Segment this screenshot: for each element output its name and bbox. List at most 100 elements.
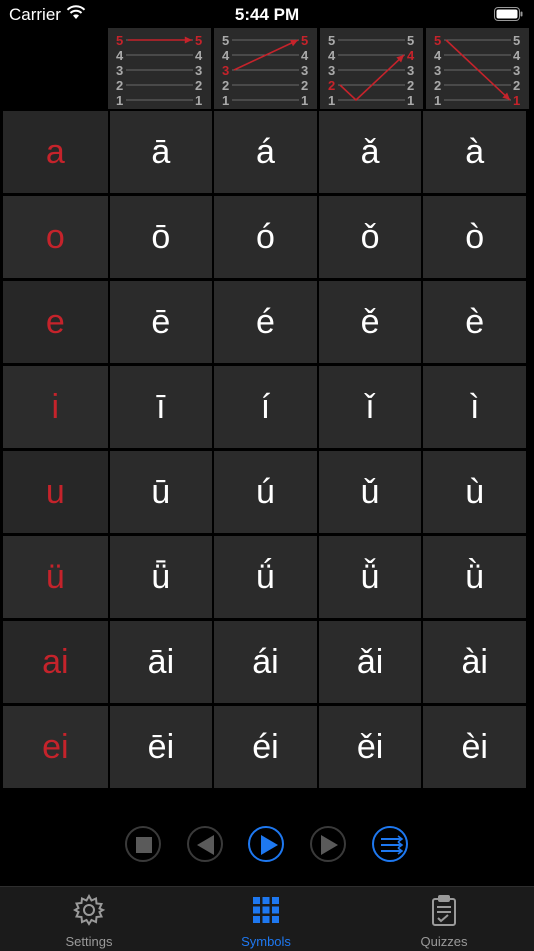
previous-button[interactable]: [187, 826, 223, 862]
tone-level-label: 2: [434, 78, 441, 93]
table-row: uūúǔù: [3, 451, 526, 533]
tab-quizzes-label: Quizzes: [420, 934, 468, 949]
table-row: iīíǐì: [3, 366, 526, 448]
gear-icon: [72, 893, 106, 926]
base-syllable-cell[interactable]: i: [3, 366, 108, 448]
triangle-right-icon: [321, 835, 338, 855]
tone-level-label: 1: [116, 93, 123, 108]
tone-level-label: 1: [301, 93, 308, 108]
base-syllable-cell[interactable]: u: [3, 451, 108, 533]
pinyin-grid: a ā á ǎ à o ō ó ǒ ò e ē é ě è i ī í ǐ ì u ū ú ǔ ù ü ǖ ǘ ǚ ǜ ai āi ái ǎi ài…: [3, 111, 526, 803]
tone-level-label: 2: [301, 78, 308, 93]
tone-syllable-cell[interactable]: ě: [318, 281, 422, 363]
base-syllable-cell[interactable]: ai: [3, 621, 108, 703]
stop-button[interactable]: [125, 826, 161, 862]
tone-syllable-cell[interactable]: ū: [109, 451, 213, 533]
tone-syllable-cell[interactable]: ē: [109, 281, 213, 363]
tone-syllable-cell[interactable]: ù: [423, 451, 526, 533]
tone-level-label: 3: [116, 63, 123, 78]
tone-diagram-fourth[interactable]: 5544332211: [426, 28, 529, 109]
tone-level-label: 3: [328, 63, 335, 78]
tone-syllable-cell[interactable]: ú: [214, 451, 317, 533]
tone-level-label: 4: [195, 48, 203, 63]
tone-syllable-cell[interactable]: ǎ: [318, 111, 422, 193]
tone-syllable-cell[interactable]: éi: [214, 706, 317, 788]
tone-syllable-cell[interactable]: à: [423, 111, 526, 193]
tone-level-label: 2: [513, 78, 520, 93]
tone-syllable-cell[interactable]: ǘ: [214, 536, 317, 618]
tone-level-label: 1: [434, 93, 441, 108]
tone-syllable-cell[interactable]: èi: [423, 706, 526, 788]
tone-syllable-cell[interactable]: í: [214, 366, 317, 448]
base-syllable-cell[interactable]: e: [3, 281, 108, 363]
tone-syllable-cell[interactable]: ěi: [318, 706, 422, 788]
table-row: oōóǒò: [3, 196, 526, 278]
tone-syllable-cell[interactable]: è: [423, 281, 526, 363]
tone-syllable-cell[interactable]: ēi: [109, 706, 213, 788]
tone-syllable-cell[interactable]: ā: [109, 111, 213, 193]
stop-icon: [136, 837, 152, 853]
sequence-button[interactable]: [372, 826, 408, 862]
table-row: aāáǎà: [3, 111, 526, 193]
tone-level-label: 5: [195, 33, 202, 48]
tone-diagram-first[interactable]: 5544332211: [108, 28, 211, 109]
tab-bar: Settings Symbols Quizzes: [0, 886, 534, 951]
tone-syllable-cell[interactable]: āi: [109, 621, 213, 703]
grid-icon: [253, 897, 279, 923]
battery-icon: [494, 7, 524, 26]
table-row: ai āi ái ǎi ài: [3, 621, 526, 703]
tone-level-label: 4: [513, 48, 521, 63]
tone-syllable-cell[interactable]: ǔ: [318, 451, 422, 533]
tone-syllable-cell[interactable]: ó: [214, 196, 317, 278]
base-syllable-cell[interactable]: ei: [3, 706, 108, 788]
triangle-left-icon: [197, 835, 214, 855]
tone-diagram-third[interactable]: 5544332211: [320, 28, 423, 109]
tone-level-label: 4: [434, 48, 442, 63]
tone-level-label: 3: [513, 63, 520, 78]
tone-syllable-cell[interactable]: ǜ: [423, 536, 526, 618]
tone-syllable-cell[interactable]: á: [214, 111, 317, 193]
tone-syllable-cell[interactable]: ǚ: [318, 536, 422, 618]
tone-syllable-cell[interactable]: ái: [214, 621, 317, 703]
tone-syllable-cell[interactable]: ò: [423, 196, 526, 278]
tone-syllable-cell[interactable]: ǖ: [109, 536, 213, 618]
tone-level-label: 2: [195, 78, 202, 93]
tone-syllable-cell[interactable]: ǐ: [318, 366, 422, 448]
tone-level-label: 2: [222, 78, 229, 93]
tone-level-label: 3: [301, 63, 308, 78]
tone-level-label: 4: [328, 48, 336, 63]
tone-syllable-cell[interactable]: ǎi: [318, 621, 422, 703]
tone-level-label: 1: [328, 93, 335, 108]
tone-syllable-cell[interactable]: ǒ: [318, 196, 422, 278]
tab-symbols-label: Symbols: [241, 934, 291, 949]
tone-syllable-cell[interactable]: é: [214, 281, 317, 363]
tab-quizzes[interactable]: Quizzes: [384, 893, 504, 949]
tone-level-label: 4: [222, 48, 230, 63]
tone-level-label: 2: [116, 78, 123, 93]
tone-syllable-cell[interactable]: ī: [109, 366, 213, 448]
tab-symbols[interactable]: Symbols: [206, 893, 326, 949]
tone-level-label: 4: [301, 48, 309, 63]
tone-level-label: 5: [513, 33, 520, 48]
base-syllable-cell[interactable]: ü: [3, 536, 108, 618]
list-arrows-icon: [381, 835, 404, 855]
tone-level-label: 4: [116, 48, 124, 63]
player-controls: [0, 820, 534, 870]
play-button[interactable]: [248, 826, 284, 862]
tone-level-label: 5: [222, 33, 229, 48]
base-syllable-cell[interactable]: a: [3, 111, 108, 193]
tone-level-label: 2: [328, 78, 335, 93]
tone-syllable-cell[interactable]: ì: [423, 366, 526, 448]
tone-syllable-cell[interactable]: ài: [423, 621, 526, 703]
table-row: üǖǘǚǜ: [3, 536, 526, 618]
tone-diagram-row: 5544332211 5544332211 5544332211 5544332…: [108, 28, 532, 109]
tone-diagram-second[interactable]: 5544332211: [214, 28, 317, 109]
clipboard-icon: [432, 895, 456, 926]
tone-syllable-cell[interactable]: ō: [109, 196, 213, 278]
tab-settings[interactable]: Settings: [29, 893, 149, 949]
next-button[interactable]: [310, 826, 346, 862]
base-syllable-cell[interactable]: o: [3, 196, 108, 278]
tab-settings-label: Settings: [65, 934, 113, 949]
tone-level-label: 1: [195, 93, 202, 108]
arrowhead-icon: [184, 36, 192, 44]
